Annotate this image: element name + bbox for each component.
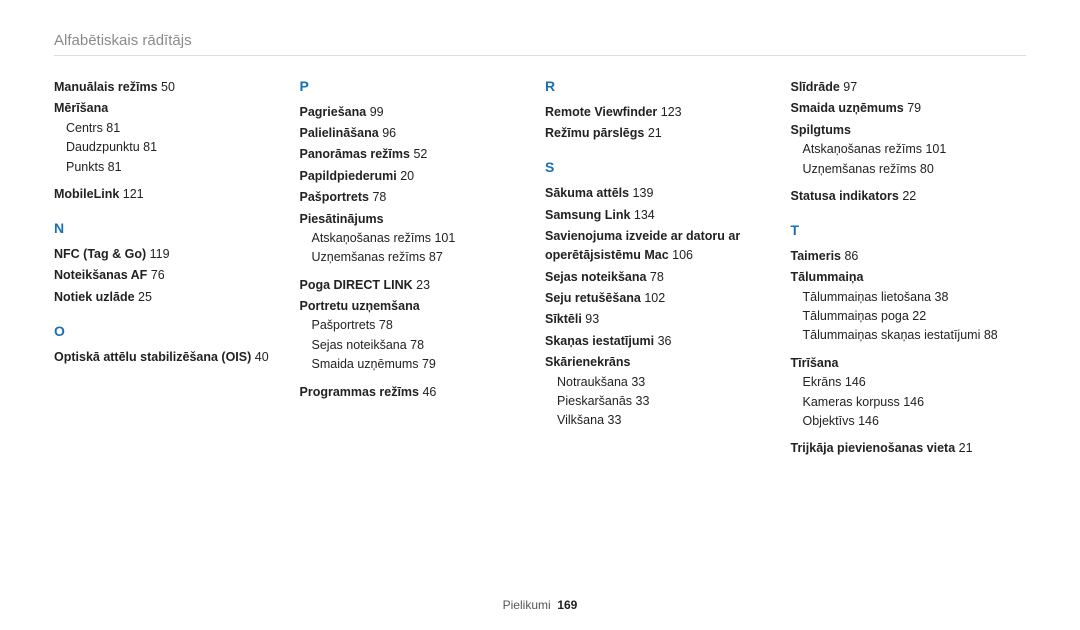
index-entry[interactable]: Smaida uzņēmums 79 [791,99,1027,118]
index-subentry[interactable]: Uzņemšanas režīms 80 [791,160,1027,179]
index-entry[interactable]: Seju retušēšana 102 [545,289,781,308]
column-1: Manuālais režīms 50 MērīšanaCentrs 81Daud… [54,76,290,459]
index-entry[interactable]: Panorāmas režīms 52 [300,145,536,164]
index-subentry[interactable]: Atskaņošanas režīms 101 [300,229,536,248]
index-subentry[interactable]: Notraukšana 33 [545,373,781,392]
index-subentry[interactable]: Sejas noteikšana 78 [300,336,536,355]
column-2: P Pagriešana 99 Palielināšana 96 Panorāmas … [300,76,536,459]
index-subentry[interactable]: Tālummaiņas lietošana 38 [791,288,1027,307]
index-group-head: Spilgtums [791,121,1027,140]
index-entry[interactable]: Taimeris 86 [791,247,1027,266]
index-subentry[interactable]: Tālummaiņas poga 22 [791,307,1027,326]
index-columns: Manuālais režīms 50 MērīšanaCentrs 81Daud… [54,76,1026,459]
index-group-head: Tālummaiņa [791,268,1027,287]
index-entry[interactable]: Savienojuma izveide ar datoru ar operētā… [545,227,781,266]
index-subentry[interactable]: Kameras korpuss 146 [791,393,1027,412]
page-footer: Pielikumi 169 [0,598,1080,612]
index-entry[interactable]: Slīdrāde 97 [791,78,1027,97]
index-entry[interactable]: Optiskā attēlu stabilizēšana (OIS) 40 [54,348,290,367]
index-group-head: Portretu uzņemšana [300,297,536,316]
index-subentry[interactable]: Smaida uzņēmums 79 [300,355,536,374]
index-subentry[interactable]: Punkts 81 [54,158,290,177]
index-subentry[interactable]: Objektīvs 146 [791,412,1027,431]
section-letter: N [54,218,290,240]
index-subentry[interactable]: Ekrāns 146 [791,373,1027,392]
index-subentry[interactable]: Uzņemšanas režīms 87 [300,248,536,267]
section-letter: P [300,76,536,98]
index-entry[interactable]: Remote Viewfinder 123 [545,103,781,122]
index-subentry[interactable]: Atskaņošanas režīms 101 [791,140,1027,159]
index-entry[interactable]: Sejas noteikšana 78 [545,268,781,287]
index-subentry[interactable]: Vilkšana 33 [545,411,781,430]
index-entry[interactable]: Sīktēli 93 [545,310,781,329]
index-group-head: Piesātinājums [300,210,536,229]
index-entry[interactable]: Papildpiederumi 20 [300,167,536,186]
page-header: Alfabētiskais rādītājs [54,32,1026,56]
section-letter: R [545,76,781,98]
section-letter: S [545,157,781,179]
index-entry[interactable]: Samsung Link 134 [545,206,781,225]
index-entry[interactable]: Skaņas iestatījumi 36 [545,332,781,351]
index-entry[interactable]: Režīmu pārslēgs 21 [545,124,781,143]
footer-label: Pielikumi [503,598,551,612]
index-subentry[interactable]: Tālummaiņas skaņas iestatījumi 88 [791,326,1027,345]
index-entry[interactable]: NFC (Tag & Go) 119 [54,245,290,264]
index-group-head: Mērīšana [54,99,290,118]
index-entry[interactable]: Pagriešana 99 [300,103,536,122]
footer-page-number: 169 [557,598,577,612]
index-entry[interactable]: Statusa indikators 22 [791,187,1027,206]
index-entry[interactable]: Sākuma attēls 139 [545,184,781,203]
column-3: R Remote Viewfinder 123 Režīmu pārslēgs 21… [545,76,781,459]
index-subentry[interactable]: Pieskaršanās 33 [545,392,781,411]
index-group-head: Skārienekrāns [545,353,781,372]
index-entry[interactable]: Pašportrets 78 [300,188,536,207]
index-entry[interactable]: Manuālais režīms 50 [54,78,290,97]
index-entry[interactable]: MobileLink 121 [54,185,290,204]
section-letter: O [54,321,290,343]
index-entry[interactable]: Palielināšana 96 [300,124,536,143]
index-subentry[interactable]: Daudzpunktu 81 [54,138,290,157]
index-entry[interactable]: Trijkāja pievienošanas vieta 21 [791,439,1027,458]
index-subentry[interactable]: Pašportrets 78 [300,316,536,335]
index-entry[interactable]: Notiek uzlāde 25 [54,288,290,307]
index-entry[interactable]: Noteikšanas AF 76 [54,266,290,285]
section-letter: T [791,220,1027,242]
index-group-head: Tīrīšana [791,354,1027,373]
index-entry[interactable]: Programmas režīms 46 [300,383,536,402]
index-subentry[interactable]: Centrs 81 [54,119,290,138]
index-entry[interactable]: Poga DIRECT LINK 23 [300,276,536,295]
column-4: Slīdrāde 97 Smaida uzņēmums 79 SpilgtumsAt… [791,76,1027,459]
